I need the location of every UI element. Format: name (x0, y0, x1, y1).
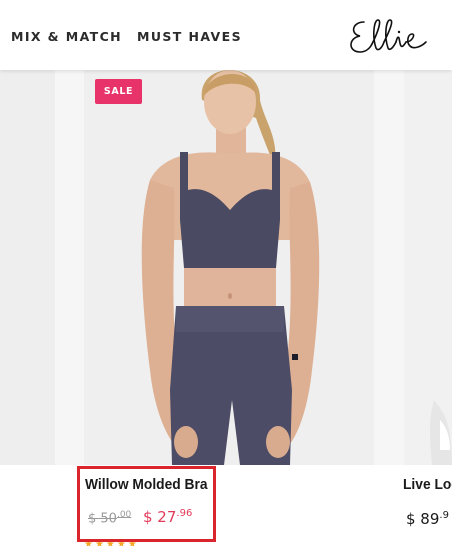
original-price-cents: .00 (116, 510, 132, 520)
product-info-area (0, 465, 452, 546)
sale-price-cents: .96 (176, 508, 193, 519)
sale-badge: SALE (95, 79, 142, 104)
right-product-price: $ 89.9 (406, 510, 449, 528)
right-product-name[interactable]: Live Lod (403, 476, 452, 493)
sale-price-main: $ 27 (143, 508, 177, 526)
nav-mix-and-match[interactable]: MIX & MATCH (11, 29, 122, 44)
original-price-main: $ 50 (88, 511, 117, 527)
site-header: MIX & MATCH MUST HAVES (0, 0, 452, 70)
model-photo (141, 70, 320, 465)
brand-logo[interactable] (346, 12, 430, 60)
right-price-cents: .9 (439, 510, 449, 521)
product-card-right-image[interactable] (404, 70, 452, 465)
product-image-willow-molded-bra[interactable] (84, 70, 374, 465)
product-name[interactable]: Willow Molded Bra (85, 476, 208, 493)
original-price: $ 50.00 (88, 510, 131, 526)
rating-stars: ★★★★★ (84, 539, 139, 546)
right-product-photo (430, 400, 452, 465)
nav-must-haves[interactable]: MUST HAVES (137, 29, 242, 44)
sale-price: $ 27.96 (143, 508, 192, 526)
product-card-left-image[interactable] (0, 70, 55, 465)
right-price-main: $ 89 (406, 510, 440, 528)
